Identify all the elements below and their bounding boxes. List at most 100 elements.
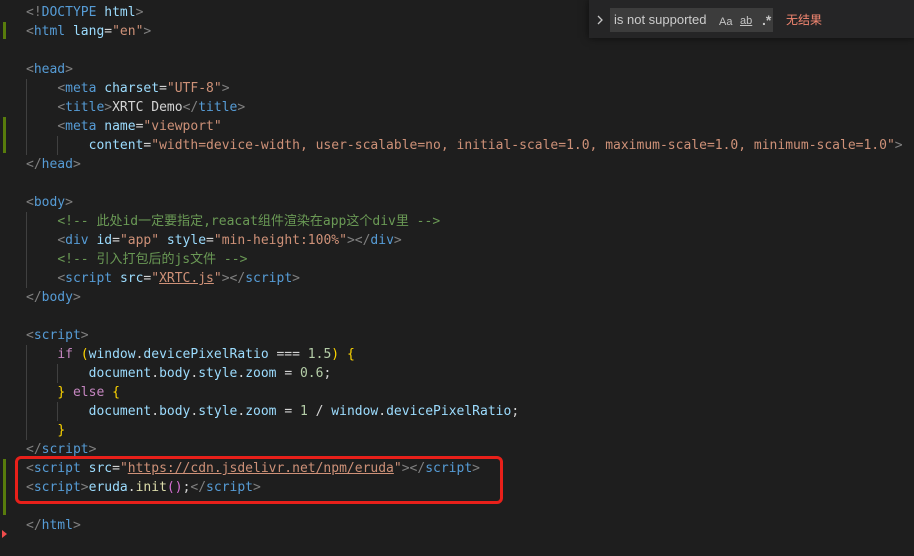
- code-token: title: [65, 100, 105, 115]
- code-token: content: [88, 138, 144, 153]
- code-line[interactable]: <script>: [26, 326, 914, 345]
- indent-guide: [26, 136, 27, 155]
- code-token: ;: [323, 366, 332, 381]
- code-line[interactable]: [26, 41, 914, 60]
- code-token: init: [135, 480, 167, 495]
- code-token: script: [41, 442, 89, 457]
- code-line[interactable]: <script src="https://cdn.jsdelivr.net/np…: [26, 459, 914, 478]
- code-token: DOCTYPE: [41, 5, 97, 20]
- code-token: 1.5: [307, 347, 332, 362]
- indent-guide: [26, 345, 27, 364]
- code-line[interactable]: <!-- 此处id一定要指定,reacat组件渲染在app这个div里 -->: [26, 212, 914, 231]
- code-token: }: [57, 423, 66, 438]
- code-token: "viewport": [143, 119, 222, 134]
- code-line[interactable]: [26, 174, 914, 193]
- code-token: XRTC.js: [159, 271, 214, 286]
- code-token: </: [26, 290, 42, 305]
- code-token: =: [276, 366, 300, 381]
- code-line[interactable]: <body>: [26, 193, 914, 212]
- code-editor[interactable]: <!DOCTYPE html> <html lang="en"> <head> <m…: [0, 0, 914, 556]
- code-token: 1: [299, 404, 308, 419]
- indent-guide: [26, 79, 27, 98]
- code-token: <: [57, 81, 66, 96]
- code-token: </: [182, 100, 199, 115]
- code-token: style: [198, 366, 238, 381]
- code-token: >: [104, 100, 113, 115]
- code-token: script: [245, 271, 293, 286]
- code-line[interactable]: <head>: [26, 60, 914, 79]
- code-token: div: [370, 233, 394, 248]
- match-whole-word-toggle[interactable]: ab: [740, 12, 752, 30]
- code-line[interactable]: <meta charset="UTF-8">: [26, 79, 914, 98]
- code-token: (: [80, 347, 89, 362]
- toggle-replace-chevron-icon[interactable]: [593, 8, 607, 30]
- code-token: >: [72, 290, 81, 305]
- code-token: head: [33, 62, 66, 77]
- code-line[interactable]: <div id="app" style="min-height:100%"></…: [26, 231, 914, 250]
- code-token: name: [104, 119, 136, 134]
- indent-guide: [26, 269, 27, 288]
- code-line[interactable]: </html>: [26, 516, 914, 535]
- code-area[interactable]: <!DOCTYPE html> <html lang="en"> <head> <m…: [26, 3, 914, 535]
- code-line[interactable]: document.body.style.zoom = 0.6;: [26, 364, 914, 383]
- code-token: https://cdn.jsdelivr.net/npm/eruda: [127, 461, 394, 476]
- indent-guide: [26, 383, 27, 402]
- code-token: }: [57, 385, 66, 400]
- code-token: window: [88, 347, 136, 362]
- code-token: src: [88, 461, 113, 476]
- code-token: zoom: [245, 366, 277, 381]
- indent-guide: [26, 402, 27, 421]
- find-result-status: 无结果: [786, 13, 823, 27]
- code-line[interactable]: </head>: [26, 155, 914, 174]
- code-line[interactable]: } else {: [26, 383, 914, 402]
- code-token: script: [65, 271, 113, 286]
- code-token: body: [159, 366, 191, 381]
- code-token: head: [41, 157, 73, 172]
- code-line[interactable]: <script src="XRTC.js"></script>: [26, 269, 914, 288]
- code-line[interactable]: </script>: [26, 440, 914, 459]
- code-token: body: [41, 290, 73, 305]
- code-line[interactable]: <!-- 引入打包后的js文件 -->: [26, 250, 914, 269]
- code-token: devicePixelRatio: [143, 347, 269, 362]
- code-token: meta: [65, 119, 97, 134]
- code-token: =: [276, 404, 300, 419]
- git-deleted-marker: [2, 530, 7, 538]
- code-token: .: [237, 404, 246, 419]
- code-token: src: [119, 271, 144, 286]
- code-token: >: [292, 271, 300, 286]
- code-token: =: [206, 233, 214, 248]
- code-token: (): [166, 480, 183, 495]
- code-line[interactable]: content="width=device-width, user-scalab…: [26, 136, 914, 155]
- code-line[interactable]: <meta name="viewport": [26, 117, 914, 136]
- match-case-toggle[interactable]: Aa: [719, 13, 732, 31]
- code-token: else: [72, 385, 105, 400]
- code-token: >: [72, 157, 81, 172]
- code-token: eruda: [88, 480, 128, 495]
- code-line[interactable]: document.body.style.zoom = 1 / window.de…: [26, 402, 914, 421]
- code-line[interactable]: if (window.devicePixelRatio === 1.5) {: [26, 345, 914, 364]
- code-line[interactable]: [26, 307, 914, 326]
- code-line[interactable]: [26, 497, 914, 516]
- code-line[interactable]: <title>XRTC Demo</title>: [26, 98, 914, 117]
- use-regex-toggle[interactable]: .*: [762, 11, 771, 29]
- code-line[interactable]: </body>: [26, 288, 914, 307]
- code-token: <: [57, 233, 66, 248]
- git-modified-marker: [3, 117, 6, 153]
- code-token: ": [213, 271, 222, 286]
- code-line[interactable]: }: [26, 421, 914, 440]
- code-token: <: [26, 480, 34, 495]
- code-token: script: [33, 328, 81, 343]
- code-token: >: [253, 480, 261, 495]
- find-widget: is not supported Aa ab .* 无结果: [589, 0, 914, 38]
- indent-guide: [26, 98, 27, 117]
- code-line[interactable]: <script>eruda.init();</script>: [26, 478, 914, 497]
